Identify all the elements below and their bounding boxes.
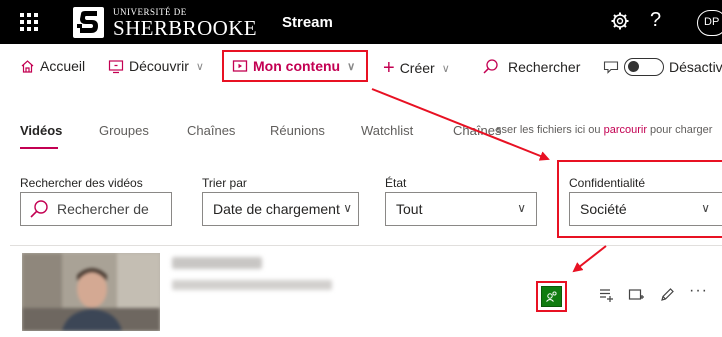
toggle-switch[interactable] [624, 58, 664, 76]
avatar[interactable]: DP [697, 10, 722, 36]
company-privacy-icon[interactable] [541, 286, 562, 307]
sort-by-dropdown[interactable]: Date de chargement ∨ [202, 192, 359, 226]
annotation-arrow-to-privacy-icon [572, 245, 607, 273]
comment-icon [603, 61, 619, 74]
nav-toggle[interactable]: Désactiv [603, 58, 722, 76]
upload-hint-before: sser les fichiers ici ou [496, 124, 604, 136]
nav-search[interactable]: Rechercher [482, 58, 580, 75]
divider [10, 245, 722, 246]
waffle-icon[interactable] [20, 13, 38, 31]
nav-toggle-label: Désactiv [669, 59, 722, 75]
nav-my-content[interactable]: Mon contenu ∨ [232, 58, 355, 74]
logo-big-text: SHERBROOKE [113, 16, 258, 40]
state-dropdown[interactable]: Tout ∨ [385, 192, 537, 226]
tab-channels[interactable]: Chaînes [187, 123, 235, 138]
privacy-label: Confidentialité [569, 176, 646, 190]
nav-home[interactable]: Accueil [20, 58, 85, 74]
nav-create-label: Créer [399, 60, 435, 76]
privacy-value: Société [580, 201, 627, 217]
video-thumbnail[interactable] [22, 253, 160, 331]
nav-discover-label: Découvrir [129, 58, 189, 74]
search-videos-placeholder: Rechercher de [57, 201, 149, 217]
tab-watchlist[interactable]: Watchlist [361, 123, 413, 138]
gear-icon[interactable] [610, 11, 630, 36]
tab-meetings[interactable]: Réunions [270, 123, 325, 138]
browse-link[interactable]: parcourir [604, 124, 647, 136]
state-value: Tout [396, 201, 423, 217]
upload-hint-after: pour charger [647, 124, 713, 136]
captions-icon[interactable] [598, 287, 614, 308]
sort-by-value: Date de chargement [213, 201, 340, 217]
state-label: État [385, 176, 407, 190]
chevron-down-icon: ∨ [441, 62, 450, 75]
active-tab-indicator [20, 147, 58, 149]
video-meta-blurred [172, 280, 332, 290]
tab-channels-overlap[interactable]: Chaînes [453, 123, 501, 138]
nav-bar: Accueil Découvrir ∨ Mon contenu ∨ + Crée… [0, 44, 722, 90]
plus-icon: + [383, 57, 395, 79]
more-options-icon[interactable]: ··· [689, 282, 708, 300]
chevron-down-icon: ∨ [195, 60, 204, 73]
pencil-icon[interactable] [659, 287, 675, 308]
search-icon [30, 200, 48, 218]
home-icon [21, 59, 34, 73]
nav-discover[interactable]: Découvrir ∨ [108, 58, 204, 74]
chevron-down-icon: ∨ [347, 60, 356, 73]
upload-hint: sser les fichiers ici ou parcourir pour … [496, 124, 712, 136]
chevron-down-icon: ∨ [343, 201, 352, 215]
search-icon [483, 59, 498, 74]
top-bar: UNIVERSITÉ DE SHERBROOKE Stream ? DP [0, 0, 722, 44]
university-wordmark: UNIVERSITÉ DE SHERBROOKE [113, 8, 257, 39]
share-icon[interactable] [628, 287, 645, 308]
sort-by-label: Trier par [202, 176, 247, 190]
chevron-down-icon: ∨ [517, 201, 526, 215]
help-icon[interactable]: ? [650, 9, 661, 32]
nav-create[interactable]: + Créer ∨ [383, 58, 450, 78]
search-videos-label: Rechercher des vidéos [20, 176, 143, 190]
tab-videos[interactable]: Vidéos [20, 123, 62, 138]
discover-icon [108, 59, 124, 73]
chevron-down-icon: ∨ [701, 201, 710, 215]
video-icon [232, 60, 248, 72]
video-title-blurred[interactable] [172, 257, 262, 269]
nav-home-label: Accueil [40, 58, 86, 74]
app-title[interactable]: Stream [282, 14, 333, 31]
nav-search-label: Rechercher [508, 58, 581, 75]
nav-my-content-label: Mon contenu [253, 58, 341, 74]
university-logo-icon [73, 7, 104, 38]
search-videos-input[interactable]: Rechercher de [20, 192, 172, 226]
tab-groups[interactable]: Groupes [99, 123, 149, 138]
privacy-dropdown[interactable]: Société ∨ [569, 192, 722, 226]
